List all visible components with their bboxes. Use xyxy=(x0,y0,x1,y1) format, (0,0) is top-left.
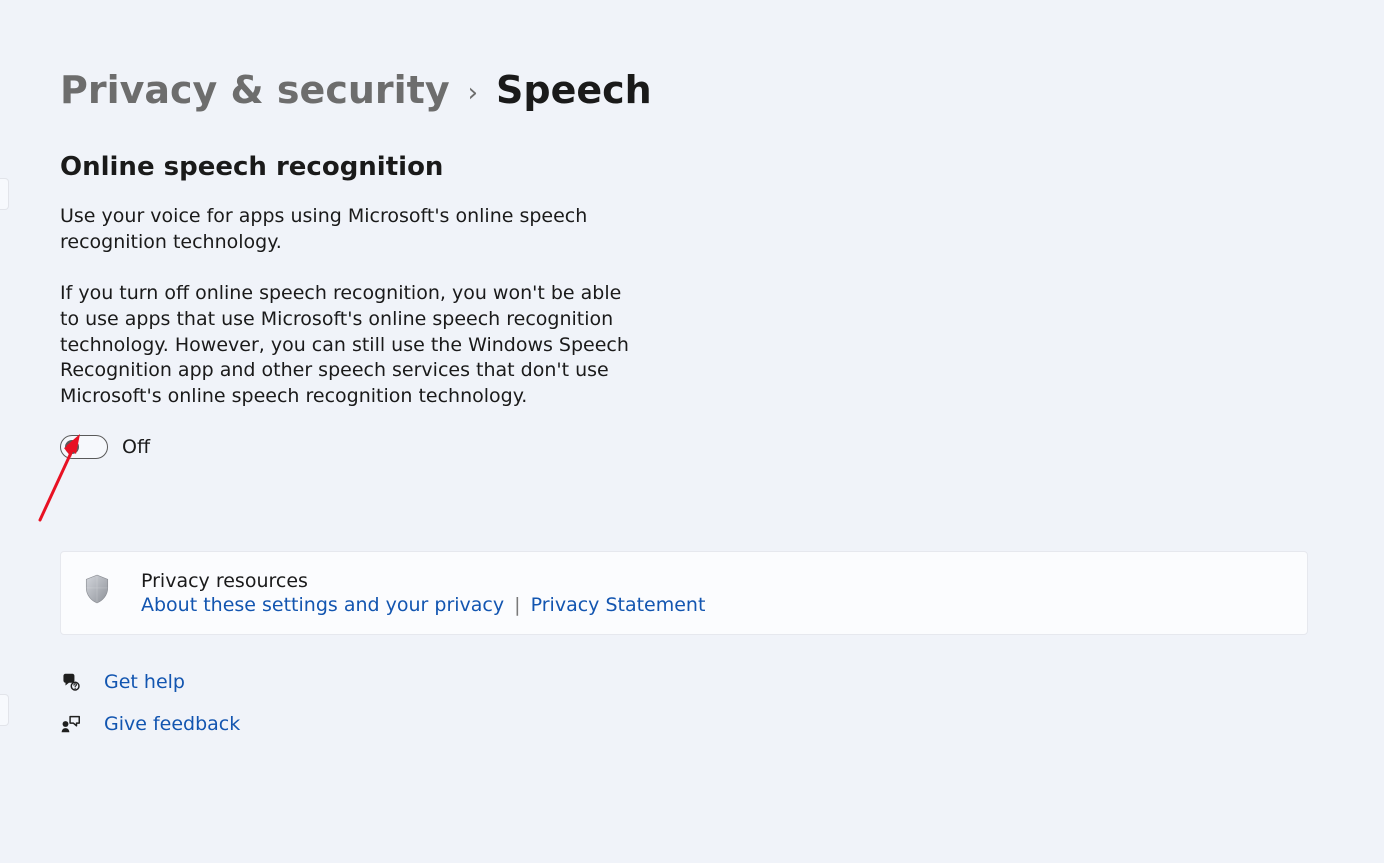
online-speech-toggle-row: Off xyxy=(60,435,1324,459)
privacy-resources-title: Privacy resources xyxy=(141,570,1285,592)
breadcrumb-parent-link[interactable]: Privacy & security xyxy=(60,68,450,112)
section-title: Online speech recognition xyxy=(60,152,1324,182)
breadcrumb: Privacy & security › Speech xyxy=(60,68,1324,112)
online-speech-toggle[interactable] xyxy=(60,435,108,459)
privacy-statement-link[interactable]: Privacy Statement xyxy=(531,594,706,616)
feedback-icon xyxy=(60,713,82,735)
section-description-1: Use your voice for apps using Microsoft'… xyxy=(60,204,630,255)
help-icon xyxy=(60,671,82,693)
chevron-right-icon: › xyxy=(468,78,478,108)
link-separator: | xyxy=(514,594,520,616)
settings-speech-page: Privacy & security › Speech Online speec… xyxy=(0,0,1384,863)
toggle-state-label: Off xyxy=(122,436,150,458)
get-help-link[interactable]: Get help xyxy=(104,671,185,693)
toggle-thumb xyxy=(65,440,79,454)
get-help-row: Get help xyxy=(60,671,1324,693)
privacy-resources-links: About these settings and your privacy | … xyxy=(141,594,1285,616)
breadcrumb-current: Speech xyxy=(496,68,652,112)
shield-icon xyxy=(83,574,111,604)
give-feedback-row: Give feedback xyxy=(60,713,1324,735)
privacy-resources-body: Privacy resources About these settings a… xyxy=(141,570,1285,616)
footer-links: Get help Give feedback xyxy=(60,671,1324,735)
give-feedback-link[interactable]: Give feedback xyxy=(104,713,240,735)
about-settings-link[interactable]: About these settings and your privacy xyxy=(141,594,504,616)
section-description-2: If you turn off online speech recognitio… xyxy=(60,281,630,409)
privacy-resources-card: Privacy resources About these settings a… xyxy=(60,551,1308,635)
